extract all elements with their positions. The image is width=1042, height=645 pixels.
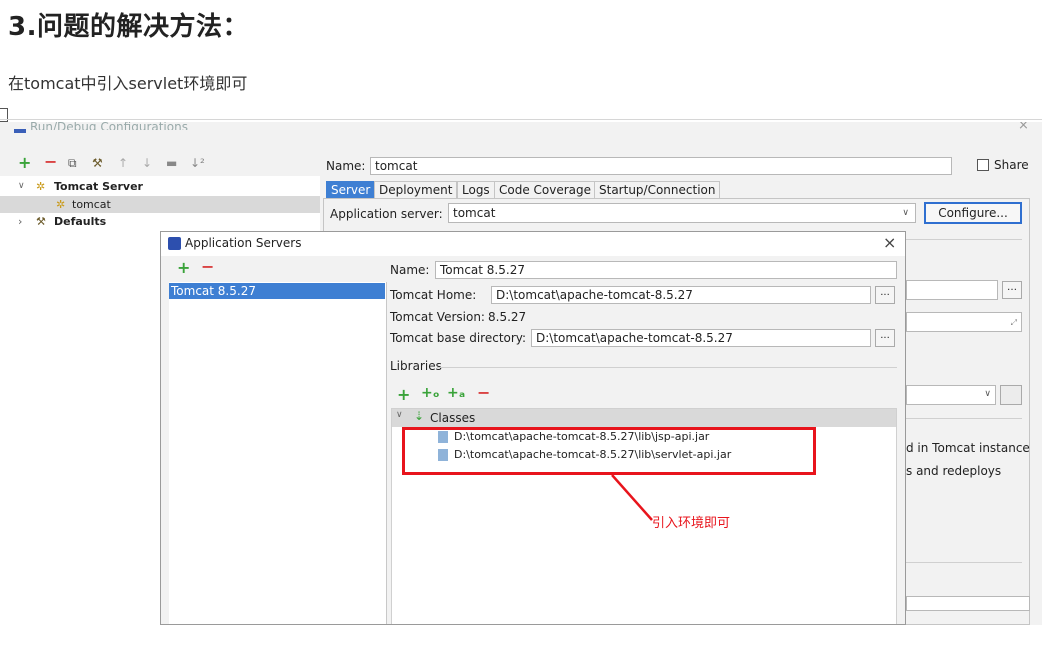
annotation-arrow <box>611 474 653 521</box>
annotation-line <box>611 474 653 521</box>
annotation-text: 引入环境即可 <box>652 516 731 531</box>
